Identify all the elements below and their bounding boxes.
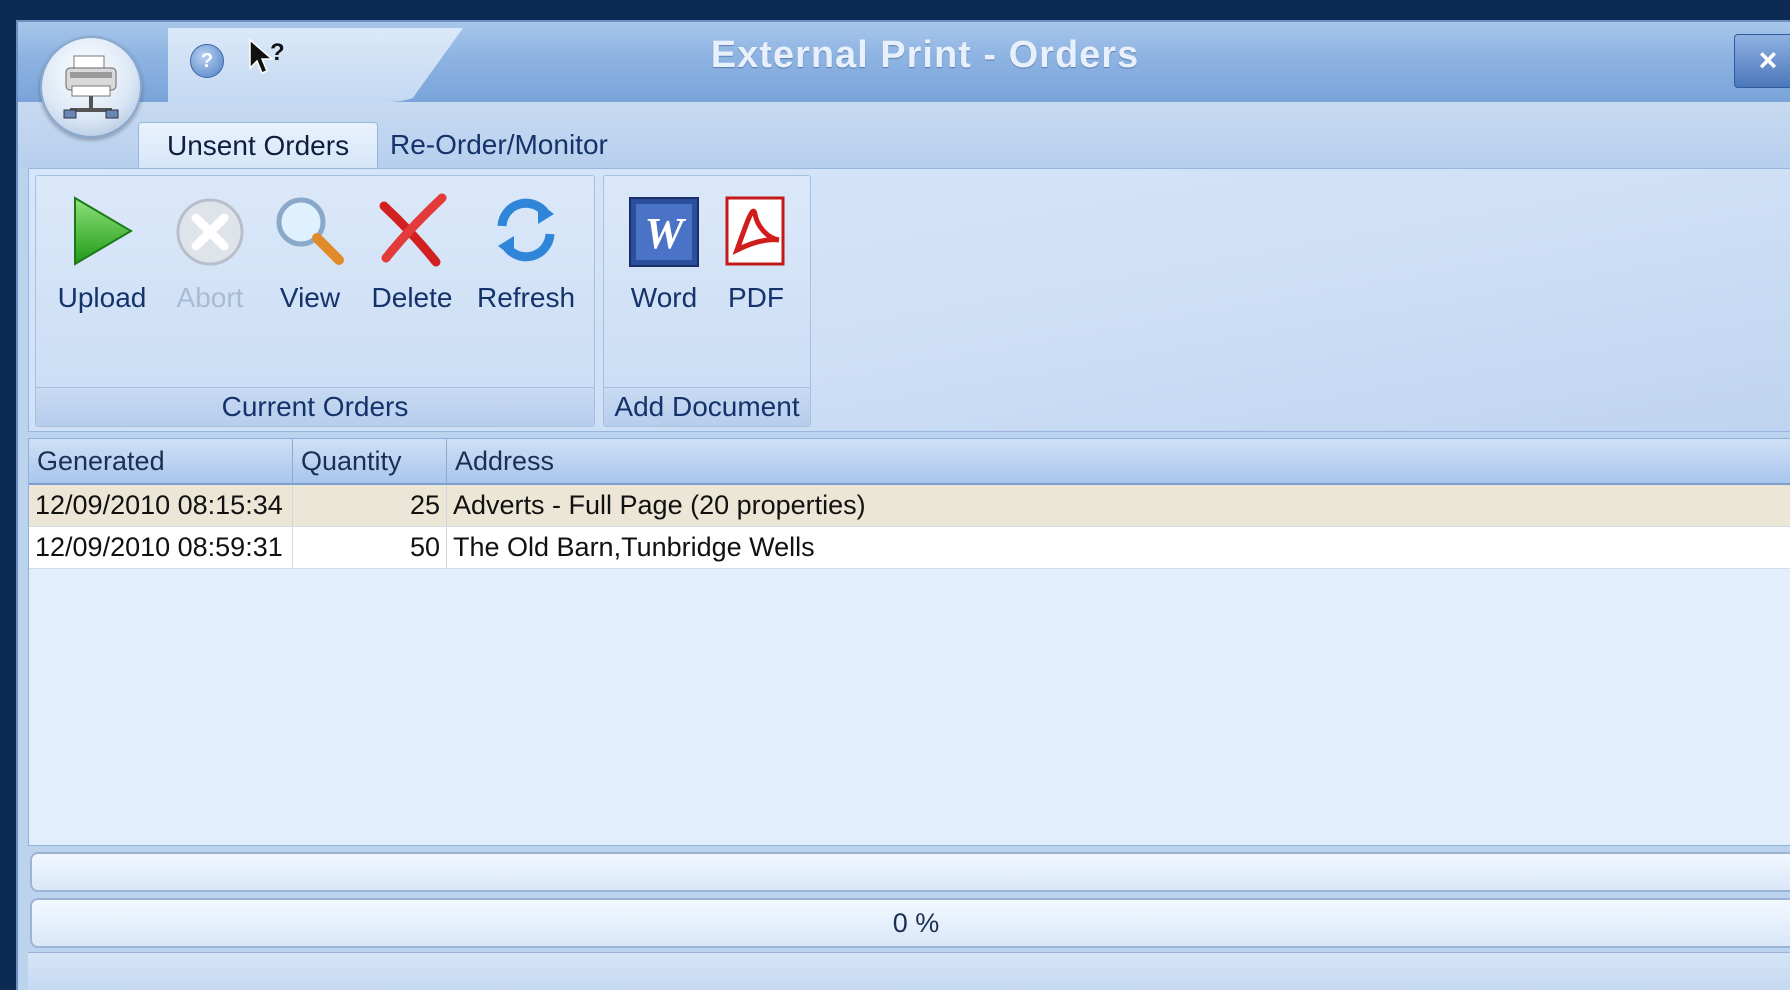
add-document-group: W Word PDF Add Document xyxy=(603,175,811,427)
table-header: Generated Quantity Address xyxy=(29,439,1790,485)
column-header-quantity[interactable]: Quantity xyxy=(293,439,447,483)
refresh-icon xyxy=(497,198,555,262)
word-label: Word xyxy=(630,282,698,313)
view-button[interactable]: View xyxy=(258,186,362,314)
word-icon: W xyxy=(629,197,699,267)
app-menu-button[interactable] xyxy=(40,36,142,138)
table-row[interactable]: 12/09/2010 08:59:31 50 The Old Barn,Tunb… xyxy=(29,527,1790,569)
svg-text:W: W xyxy=(644,209,686,258)
view-label: View xyxy=(279,282,341,313)
cell-quantity: 50 xyxy=(293,527,447,568)
refresh-button[interactable]: Refresh xyxy=(474,186,578,314)
window-title: External Print - Orders xyxy=(710,34,1140,76)
cell-address: The Old Barn,Tunbridge Wells xyxy=(453,532,815,562)
ribbon: Upload Abort View Delete Refresh Current… xyxy=(28,168,1790,432)
current-orders-group: Upload Abort View Delete Refresh Current… xyxy=(35,175,595,427)
current-orders-group-label: Current Orders xyxy=(36,387,594,426)
upload-progress-bar xyxy=(30,852,1790,892)
overall-progress-bar: 0 % xyxy=(30,898,1790,948)
play-icon xyxy=(74,196,133,266)
table-row[interactable]: 12/09/2010 08:15:34 25 Adverts - Full Pa… xyxy=(29,485,1790,527)
magnifier-icon xyxy=(276,197,344,265)
delete-x-icon xyxy=(379,193,447,267)
abort-icon xyxy=(176,198,244,266)
external-print-window: ? ? External Print - Orders × Unsent Ord… xyxy=(16,20,1790,990)
close-button[interactable]: × xyxy=(1734,34,1790,88)
abort-label: Abort xyxy=(176,282,244,313)
word-button[interactable]: W Word xyxy=(612,186,716,314)
cell-address: Adverts - Full Page (20 properties) xyxy=(453,490,866,520)
upload-label: Upload xyxy=(57,282,147,313)
cell-generated: 12/09/2010 08:15:34 xyxy=(29,485,293,526)
upload-button[interactable]: Upload xyxy=(50,186,154,314)
delete-button[interactable]: Delete xyxy=(360,186,464,314)
printer-network-icon xyxy=(63,55,119,119)
column-header-address[interactable]: Address xyxy=(447,439,1790,483)
pdf-icon xyxy=(725,196,785,266)
refresh-label: Refresh xyxy=(476,282,576,313)
cell-quantity: 25 xyxy=(293,485,447,526)
abort-button[interactable]: Abort xyxy=(158,186,262,314)
status-bar xyxy=(28,952,1790,990)
pdf-button[interactable]: PDF xyxy=(704,186,808,314)
orders-table: Generated Quantity Address 12/09/2010 08… xyxy=(28,438,1790,846)
title-bar: ? ? External Print - Orders × xyxy=(18,22,1790,102)
delete-label: Delete xyxy=(371,282,453,313)
tab-unsent-orders[interactable]: Unsent Orders xyxy=(138,122,379,169)
add-document-group-label: Add Document xyxy=(604,387,810,426)
pdf-label: PDF xyxy=(728,282,784,313)
tab-reorder-monitor[interactable]: Re-Order/Monitor xyxy=(362,122,636,168)
column-header-generated[interactable]: Generated xyxy=(29,439,293,483)
tab-strip: Unsent Orders Re-Order/Monitor xyxy=(18,102,1790,169)
cell-generated: 12/09/2010 08:59:31 xyxy=(29,527,293,568)
progress-percent-label: 0 % xyxy=(892,908,940,938)
